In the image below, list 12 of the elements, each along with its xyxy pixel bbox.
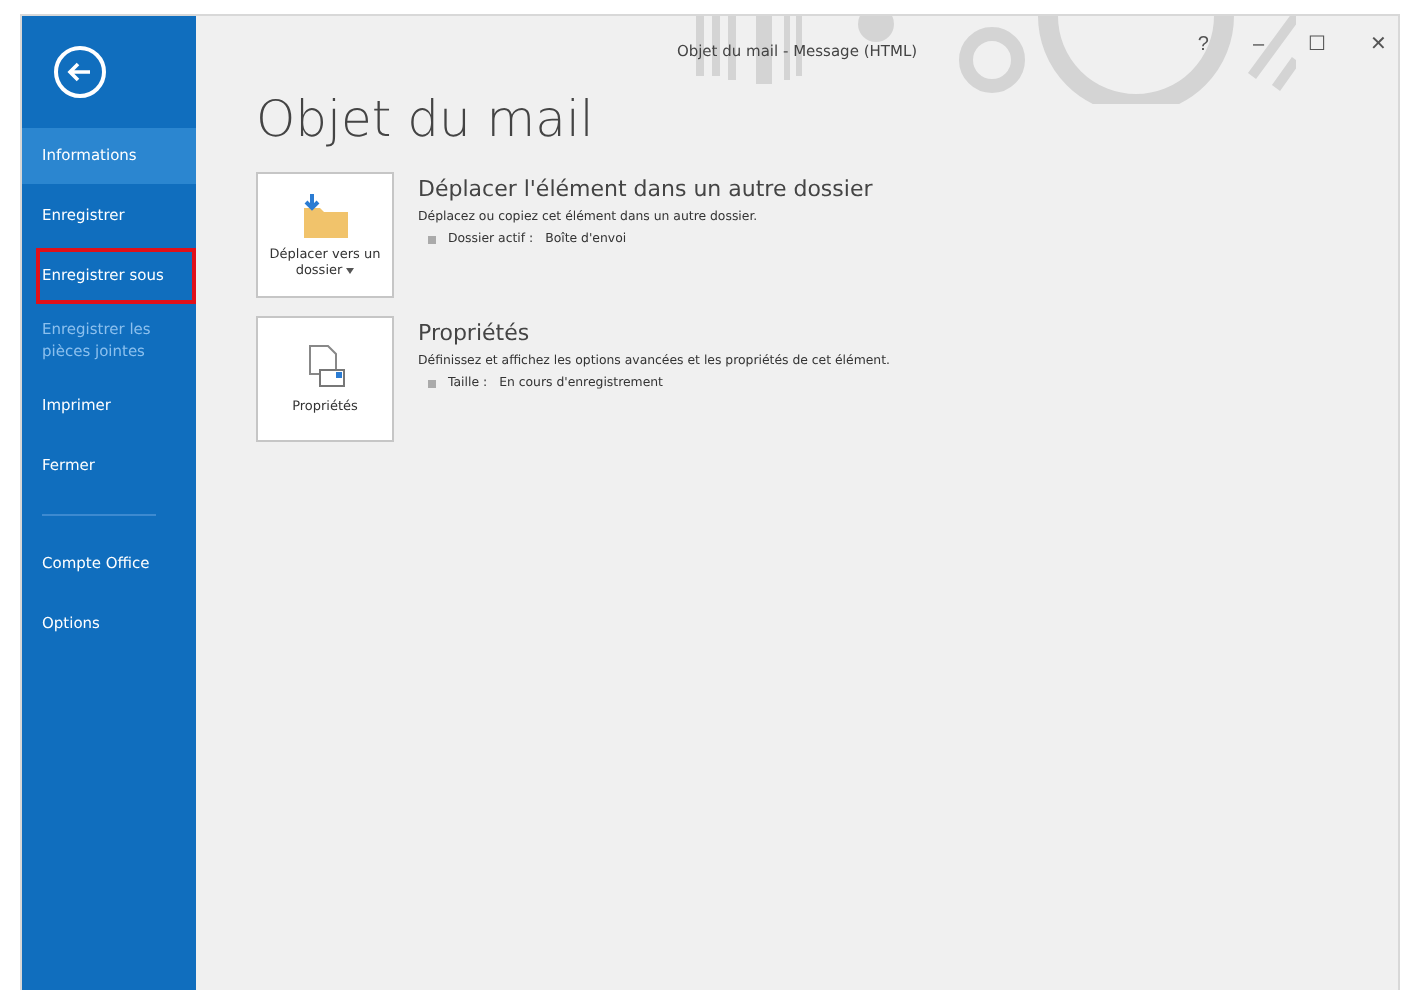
section-title: Propriétés	[418, 320, 532, 346]
bullet-icon	[428, 235, 436, 243]
folder-icon	[299, 191, 351, 240]
page-heading: Objet du mail	[256, 90, 596, 148]
back-button[interactable]	[54, 46, 106, 98]
window-control[interactable]: ☐	[1308, 32, 1326, 56]
window-control[interactable]: –	[1252, 32, 1264, 56]
caret-icon	[346, 267, 355, 274]
bullet-icon	[428, 379, 436, 387]
section-title: Déplacer l'élément dans un autre dossier	[418, 176, 873, 202]
window-control[interactable]: ✕	[1370, 32, 1386, 56]
window-control[interactable]: ?	[1197, 32, 1209, 56]
